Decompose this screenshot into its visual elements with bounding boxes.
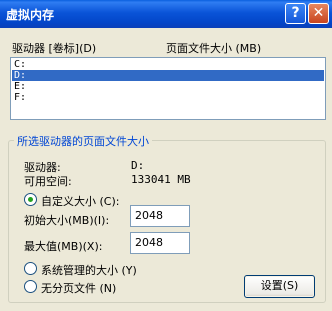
no-paging-file-label[interactable]: 无分页文件 (N) <box>41 280 116 296</box>
drive-list[interactable]: C: D: E: F: <box>10 57 326 120</box>
no-paging-file-radio[interactable] <box>24 280 37 293</box>
system-managed-radio[interactable] <box>24 262 37 275</box>
custom-size-label[interactable]: 自定义大小 (C): <box>41 193 119 209</box>
help-button[interactable]: ? <box>285 3 306 24</box>
list-item-selected[interactable]: D: <box>12 70 324 81</box>
drive-value: D: <box>131 159 145 172</box>
free-space-value: 133041 MB <box>131 173 191 186</box>
list-item[interactable]: F: <box>12 92 324 103</box>
custom-size-radio[interactable] <box>24 193 37 206</box>
system-managed-label[interactable]: 系统管理的大小 (Y) <box>41 262 137 278</box>
free-space-label: 可用空间: <box>24 175 72 188</box>
max-size-label: 最大值(MB)(X): <box>24 240 103 253</box>
list-item[interactable]: C: <box>12 59 324 70</box>
list-item[interactable]: E: <box>12 81 324 92</box>
group-legend: 所选驱动器的页面文件大小 <box>14 133 152 149</box>
initial-size-input[interactable]: 2048 <box>130 205 190 227</box>
max-size-input[interactable]: 2048 <box>130 232 190 254</box>
size-column-header: 页面文件大小 (MB) <box>166 42 262 55</box>
drive-column-header: 驱动器 [卷标](D) <box>12 42 97 55</box>
close-button[interactable]: ✕ <box>308 3 329 24</box>
title-bar: 虚拟内存 ? ✕ <box>0 0 332 28</box>
window-title: 虚拟内存 <box>6 8 55 22</box>
initial-size-label: 初始大小(MB)(I): <box>24 214 110 227</box>
set-button[interactable]: 设置(S) <box>244 275 315 298</box>
